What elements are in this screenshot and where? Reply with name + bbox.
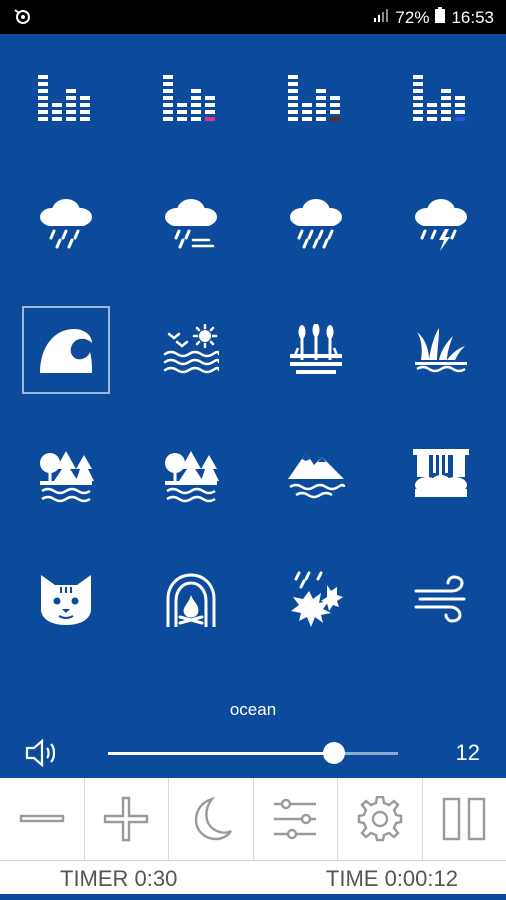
sound-thunderstorm[interactable] — [397, 179, 485, 267]
volume-slider-fill — [108, 752, 335, 755]
sound-waterfall[interactable] — [397, 432, 485, 520]
sound-equalizer-blue[interactable] — [397, 56, 485, 144]
status-footer: TIMER 0:30 TIME 0:00:12 — [0, 860, 506, 895]
moon-icon — [194, 796, 232, 841]
sound-rain-wind[interactable] — [147, 179, 235, 267]
bottom-toolbar — [0, 778, 506, 860]
sound-mountain-lake[interactable] — [272, 432, 360, 520]
forest-lake-icon — [40, 451, 94, 503]
elapsed-time-label: TIME 0:00:12 — [325, 866, 458, 891]
gear-icon — [357, 796, 402, 842]
pause-icon — [443, 797, 486, 841]
marsh-reeds-icon — [290, 324, 342, 374]
rain-wind-icon — [165, 199, 217, 249]
volume-up-button[interactable] — [85, 778, 169, 860]
sound-forest-river[interactable] — [147, 432, 235, 520]
sound-forest-lake[interactable] — [22, 432, 110, 520]
equalizer-icon — [38, 75, 90, 121]
minus-icon — [19, 814, 64, 823]
status-bar: 72% 16:53 — [0, 0, 506, 34]
forest-river-icon — [165, 451, 219, 503]
thunderstorm-icon — [415, 199, 467, 251]
sound-grass-water[interactable] — [397, 306, 485, 394]
ocean-wave-icon — [40, 329, 92, 373]
bottom-strip — [0, 894, 506, 900]
wind-icon — [414, 575, 466, 623]
settings-button[interactable] — [338, 778, 423, 860]
equalizer-pink-icon — [163, 75, 215, 121]
mixer-button[interactable] — [254, 778, 338, 860]
speaker-icon[interactable] — [24, 738, 60, 773]
sound-marsh-reeds[interactable] — [272, 306, 360, 394]
mountain-lake-icon — [288, 453, 346, 499]
sleep-timer-button[interactable] — [169, 778, 254, 860]
sound-heavy-rain[interactable] — [272, 179, 360, 267]
equalizer-brown-icon — [288, 75, 340, 121]
volume-row: 12 — [0, 734, 506, 774]
plus-icon — [104, 796, 149, 842]
leaves-rain-icon — [291, 571, 343, 627]
sound-grid-area: ocean 12 — [0, 34, 506, 778]
volume-value: 12 — [455, 740, 480, 765]
sound-wind[interactable] — [397, 556, 485, 644]
signal-icon — [373, 7, 389, 28]
battery-percent: 72% — [395, 7, 430, 27]
app-notification-icon — [12, 7, 34, 32]
heavy-rain-icon — [290, 199, 342, 249]
sound-equalizer-pink[interactable] — [147, 56, 235, 144]
sound-leaves-rain[interactable] — [272, 556, 360, 644]
sound-cat[interactable] — [22, 556, 110, 644]
sound-ocean-wave[interactable] — [22, 306, 110, 394]
volume-down-button[interactable] — [0, 778, 85, 860]
equalizer-sliders-icon — [274, 798, 317, 840]
current-sound-label: ocean — [229, 700, 277, 719]
waterfall-icon — [413, 449, 469, 497]
timer-label: TIMER 0:30 — [60, 866, 178, 891]
pause-button[interactable] — [423, 778, 506, 860]
sound-equalizer[interactable] — [22, 56, 110, 144]
cat-icon — [41, 575, 91, 625]
volume-slider[interactable] — [108, 742, 398, 764]
birds-sea-sun-icon — [163, 324, 219, 374]
grass-water-icon — [415, 328, 467, 373]
fireplace-icon — [166, 573, 216, 627]
sound-fireplace[interactable] — [147, 556, 235, 644]
battery-icon — [435, 7, 446, 28]
sound-rain[interactable] — [22, 179, 110, 267]
clock: 16:53 — [451, 7, 494, 27]
equalizer-blue-icon — [413, 75, 465, 121]
volume-slider-thumb[interactable] — [323, 742, 346, 764]
sound-birds-sea-sun[interactable] — [147, 306, 235, 394]
rain-icon — [40, 199, 92, 249]
sound-equalizer-brown[interactable] — [272, 56, 360, 144]
